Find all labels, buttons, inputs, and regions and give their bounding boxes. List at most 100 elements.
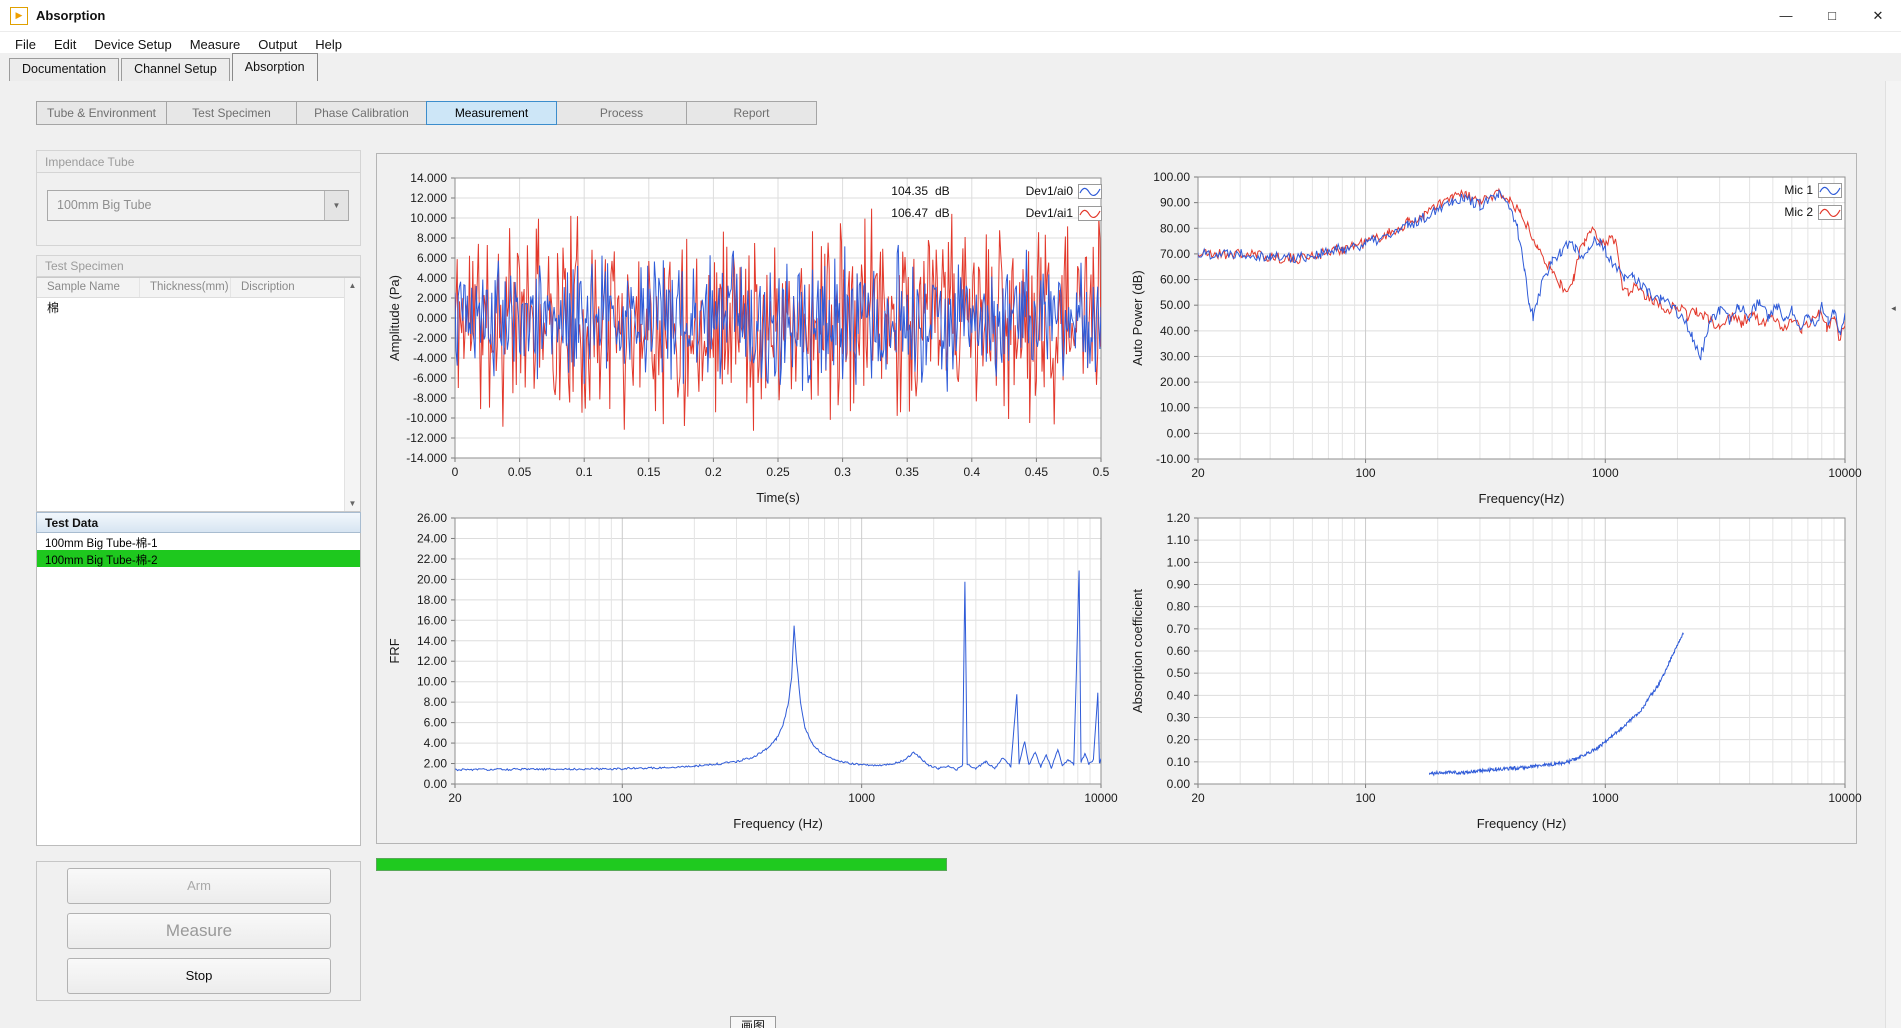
svg-text:10.00: 10.00 (417, 675, 447, 689)
legend-row: Mic 2 (1738, 201, 1842, 223)
svg-text:0.3: 0.3 (834, 465, 851, 479)
absorption-coefficient-chart: 0.000.100.200.300.400.500.600.700.800.90… (1118, 500, 1863, 840)
minimize-icon[interactable]: — (1763, 0, 1809, 31)
svg-text:2.00: 2.00 (424, 757, 448, 771)
svg-text:0.80: 0.80 (1167, 600, 1191, 614)
tab-channel-setup[interactable]: Channel Setup (121, 58, 230, 81)
svg-text:50.00: 50.00 (1160, 298, 1190, 312)
frf-chart: 0.002.004.006.008.0010.0012.0014.0016.00… (375, 500, 1120, 840)
svg-text:0.60: 0.60 (1167, 644, 1191, 658)
subtab-test-specimen[interactable]: Test Specimen (166, 101, 297, 125)
right-scroll-rail[interactable]: ◂ (1885, 81, 1901, 1028)
stop-button[interactable]: Stop (67, 958, 331, 994)
svg-text:100: 100 (1356, 791, 1376, 805)
svg-text:0: 0 (452, 465, 459, 479)
svg-text:8.000: 8.000 (417, 231, 447, 245)
svg-text:1.00: 1.00 (1167, 555, 1191, 569)
svg-text:0.90: 0.90 (1167, 578, 1191, 592)
svg-text:10.000: 10.000 (410, 211, 447, 225)
tube-select-value: 100mm Big Tube (57, 198, 152, 212)
svg-text:40.00: 40.00 (1160, 324, 1190, 338)
svg-text:Frequency (Hz): Frequency (Hz) (1477, 816, 1567, 831)
scroll-down-icon[interactable]: ▼ (345, 499, 360, 508)
table-row[interactable]: 棉 (37, 298, 360, 315)
list-item[interactable]: 100mm Big Tube-棉-2 (37, 550, 360, 567)
bottom-draw-tab[interactable]: 画图 (730, 1016, 776, 1028)
svg-text:90.00: 90.00 (1160, 196, 1190, 210)
svg-text:0.5: 0.5 (1093, 465, 1110, 479)
svg-text:-2.000: -2.000 (413, 331, 447, 345)
svg-text:100.00: 100.00 (1153, 170, 1190, 184)
svg-text:-14.000: -14.000 (406, 451, 447, 465)
svg-text:Amplitude (Pa): Amplitude (Pa) (387, 275, 402, 361)
svg-text:4.000: 4.000 (417, 271, 447, 285)
legend-waveform-icon (1078, 184, 1102, 199)
svg-text:10000: 10000 (1828, 466, 1862, 480)
test-data-section-label: Test Data (36, 512, 361, 533)
svg-text:12.00: 12.00 (417, 654, 447, 668)
time-waveform-chart: -14.000-12.000-10.000-8.000-6.000-4.000-… (375, 160, 1120, 515)
svg-text:0.35: 0.35 (896, 465, 920, 479)
specimen-column-header[interactable]: Discription (231, 278, 344, 297)
subtab-phase-calibration[interactable]: Phase Calibration (296, 101, 427, 125)
auto-power-chart: -10.000.0010.0020.0030.0040.0050.0060.00… (1118, 159, 1863, 515)
specimen-column-header[interactable]: Sample Name (37, 278, 140, 297)
subtab-report[interactable]: Report (686, 101, 817, 125)
app-icon: ▶ (10, 7, 28, 25)
svg-text:0.00: 0.00 (1167, 777, 1191, 791)
test-data-list: 100mm Big Tube-棉-1100mm Big Tube-棉-2 (36, 533, 361, 846)
arm-button[interactable]: Arm (67, 868, 331, 904)
svg-text:30.00: 30.00 (1160, 349, 1190, 363)
svg-text:18.00: 18.00 (417, 593, 447, 607)
svg-text:20.00: 20.00 (417, 572, 447, 586)
svg-text:16.00: 16.00 (417, 613, 447, 627)
specimen-column-header[interactable]: Thickness(mm) (140, 278, 231, 297)
scroll-up-icon[interactable]: ▲ (345, 281, 360, 290)
svg-text:10000: 10000 (1828, 791, 1862, 805)
svg-text:8.00: 8.00 (424, 695, 448, 709)
svg-text:14.000: 14.000 (410, 171, 447, 185)
svg-text:100: 100 (612, 791, 632, 805)
svg-text:-8.000: -8.000 (413, 391, 447, 405)
measure-button[interactable]: Measure (67, 913, 331, 949)
subtab-tube-environment[interactable]: Tube & Environment (36, 101, 167, 125)
power-legend: Mic 1 Mic 2 (1738, 179, 1842, 223)
legend-label: Mic 2 (1784, 205, 1813, 219)
list-item[interactable]: 100mm Big Tube-棉-1 (37, 533, 360, 550)
tab-documentation[interactable]: Documentation (9, 58, 119, 81)
specimen-cell (140, 298, 231, 315)
app-window: ▶ Absorption — □ ✕ FileEditDevice SetupM… (0, 0, 1901, 1028)
svg-text:20.00: 20.00 (1160, 375, 1190, 389)
svg-text:-4.000: -4.000 (413, 351, 447, 365)
tube-select-dropdown[interactable]: 100mm Big Tube ▼ (47, 190, 349, 221)
chevron-down-icon[interactable]: ▼ (324, 191, 348, 220)
svg-text:-10.00: -10.00 (1156, 452, 1190, 466)
svg-text:FRF: FRF (387, 638, 402, 663)
svg-text:70.00: 70.00 (1160, 247, 1190, 261)
svg-text:-6.000: -6.000 (413, 371, 447, 385)
svg-text:22.00: 22.00 (417, 552, 447, 566)
window-title: Absorption (36, 8, 105, 23)
close-icon[interactable]: ✕ (1855, 0, 1901, 31)
legend-label: Mic 1 (1784, 183, 1813, 197)
tab-absorption[interactable]: Absorption (232, 53, 318, 81)
svg-text:20: 20 (1191, 791, 1205, 805)
svg-text:1000: 1000 (848, 791, 875, 805)
svg-text:0.000: 0.000 (417, 311, 447, 325)
title-bar: ▶ Absorption — □ ✕ (0, 0, 1901, 32)
svg-text:20: 20 (448, 791, 462, 805)
specimen-table-body: 棉 (37, 298, 360, 315)
svg-text:26.00: 26.00 (417, 511, 447, 525)
maximize-icon[interactable]: □ (1809, 0, 1855, 31)
specimen-scrollbar[interactable]: ▲ ▼ (344, 278, 360, 511)
subtab-measurement[interactable]: Measurement (426, 101, 557, 125)
svg-text:0.05: 0.05 (508, 465, 532, 479)
svg-text:0.10: 0.10 (1167, 755, 1191, 769)
level-unit: dB (935, 184, 950, 198)
subtab-process[interactable]: Process (556, 101, 687, 125)
collapse-arrow-icon[interactable]: ◂ (1886, 303, 1901, 314)
svg-text:10.00: 10.00 (1160, 401, 1190, 415)
test-specimen-table: Sample NameThickness(mm)Discription 棉 ▲ … (36, 277, 361, 512)
svg-text:0.40: 0.40 (1167, 688, 1191, 702)
time-legend: 104.35dBDev1/ai0106.47dBDev1/ai1 (868, 180, 1102, 224)
